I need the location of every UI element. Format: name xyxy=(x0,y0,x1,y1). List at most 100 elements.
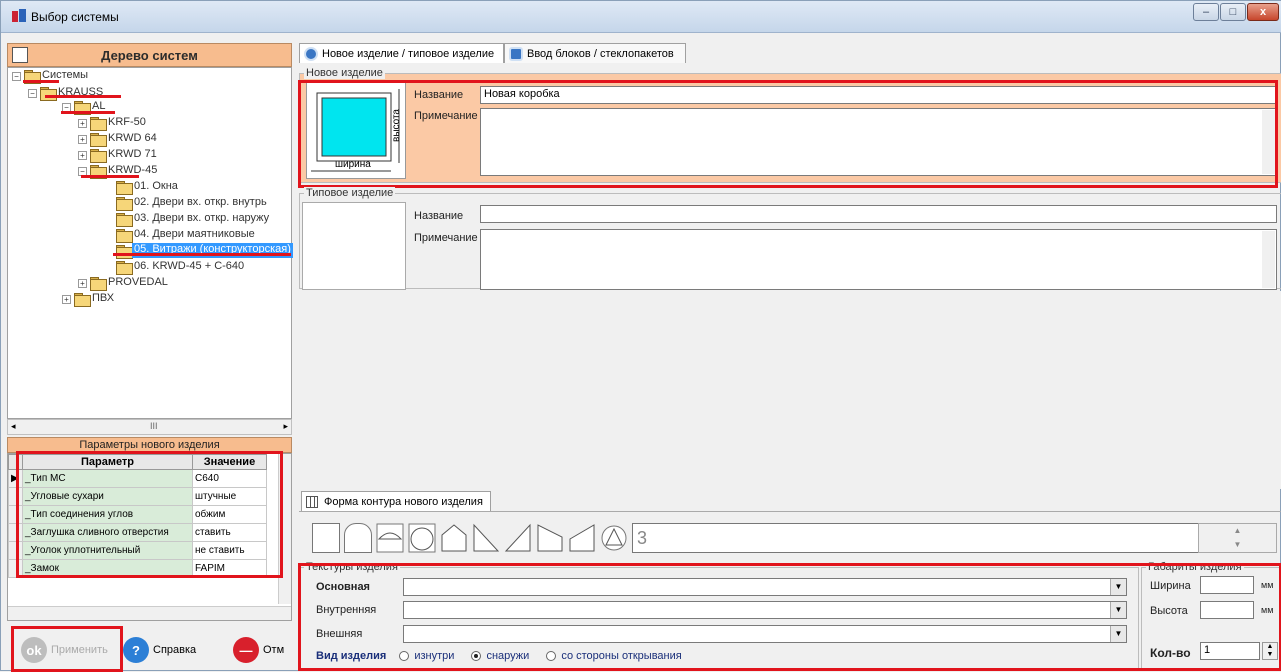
new-note-textarea[interactable] xyxy=(480,108,1277,176)
table-row[interactable]: _Замок FAPIM xyxy=(8,559,267,578)
qty-spinner[interactable]: ▲ ▼ xyxy=(1262,642,1278,660)
params-title: Параметры нового изделия xyxy=(7,437,292,453)
annotation-underline xyxy=(81,175,139,178)
dim-height-input[interactable] xyxy=(1200,601,1254,619)
texture-outer-select[interactable]: ▼ xyxy=(403,625,1127,643)
param-value[interactable]: штучные xyxy=(192,487,267,506)
tree-node-doors-pendulum[interactable]: 04. Двери маятниковые xyxy=(134,228,255,242)
shape-right-triangle-icon[interactable] xyxy=(472,523,500,553)
shape-rectangle-icon[interactable] xyxy=(312,523,340,553)
shape-spinner[interactable]: ▲ ▼ xyxy=(1198,523,1277,553)
tab-blocks-input[interactable]: Ввод блоков / стеклопакетов xyxy=(504,43,686,63)
typical-note-textarea[interactable] xyxy=(480,229,1277,290)
apply-button[interactable]: ok Применить xyxy=(21,635,108,665)
radio-icon[interactable] xyxy=(399,651,410,662)
tree-node-krwd64[interactable]: KRWD 64 xyxy=(108,132,157,146)
scroll-left-icon[interactable]: ◂ xyxy=(11,421,16,432)
system-tree[interactable]: − Системы − KRAUSS − AL + KRF-50 + KRWD … xyxy=(7,67,293,419)
radio-inside[interactable]: изнутри xyxy=(399,650,454,662)
texture-inner-select[interactable]: ▼ xyxy=(403,601,1127,619)
folder-icon xyxy=(90,149,107,163)
typical-name-input[interactable] xyxy=(480,205,1277,223)
tree-node-provedal[interactable]: PROVEDAL xyxy=(108,276,168,290)
shape-custom-triangle-icon[interactable] xyxy=(600,523,628,553)
new-note-label: Примечание xyxy=(414,110,478,122)
radio-icon[interactable] xyxy=(546,651,557,662)
expand-icon[interactable]: + xyxy=(78,135,87,144)
param-value[interactable]: обжим xyxy=(192,505,267,524)
folder-icon xyxy=(116,197,133,211)
shape-pentagon-icon[interactable] xyxy=(440,523,468,553)
table-row[interactable]: _Заглушка сливного отверстия ставить xyxy=(8,523,267,542)
typical-item-preview[interactable] xyxy=(302,202,406,290)
expand-icon[interactable]: + xyxy=(78,279,87,288)
tree-node-krwd45-c640[interactable]: 06. KRWD-45 + C-640 xyxy=(134,260,244,274)
params-horizontal-scrollbar[interactable] xyxy=(8,606,291,620)
scroll-right-icon[interactable]: ▸ xyxy=(283,421,288,432)
help-button[interactable]: ? Справка xyxy=(123,635,196,665)
col-param-header[interactable]: Параметр xyxy=(22,454,193,470)
minimize-button[interactable]: – xyxy=(1193,3,1219,21)
tree-node-krwd71[interactable]: KRWD 71 xyxy=(108,148,157,162)
param-value[interactable]: FAPIM xyxy=(192,559,267,578)
expand-icon[interactable]: + xyxy=(78,151,87,160)
view-label: Вид изделия xyxy=(316,650,387,662)
tree-horizontal-scrollbar[interactable]: ◂ III ▸ xyxy=(7,419,292,435)
close-button[interactable]: x xyxy=(1247,3,1279,21)
note-scrollbar[interactable] xyxy=(1262,231,1275,288)
shape-circle-icon[interactable] xyxy=(408,523,436,553)
param-name: _Угловые сухари xyxy=(22,487,193,506)
table-row[interactable]: _Угловые сухари штучные xyxy=(8,487,267,506)
cancel-button[interactable]: — Отм xyxy=(233,635,284,665)
tree-node-doors-out[interactable]: 03. Двери вх. откр. наружу xyxy=(134,212,269,226)
shape-arch-icon[interactable] xyxy=(344,523,372,553)
chevron-down-icon[interactable]: ▼ xyxy=(1110,579,1126,595)
expand-icon[interactable]: + xyxy=(78,119,87,128)
new-name-input[interactable]: Новая коробка xyxy=(480,86,1277,104)
radio-opening-side[interactable]: со стороны открывания xyxy=(546,650,682,662)
grid-corner xyxy=(8,454,23,470)
param-value[interactable]: ставить xyxy=(192,523,267,542)
table-row[interactable]: ▶ _Тип МС C640 xyxy=(8,469,267,488)
tree-node-pvh[interactable]: ПВХ xyxy=(92,292,114,306)
params-vertical-scrollbar[interactable] xyxy=(278,454,291,604)
shape-slope-icon[interactable] xyxy=(568,523,596,553)
collapse-icon[interactable]: − xyxy=(28,89,37,98)
collapse-icon[interactable]: − xyxy=(12,72,21,81)
dim-width-input[interactable] xyxy=(1200,576,1254,594)
typical-note-label: Примечание xyxy=(414,232,478,244)
chevron-down-icon[interactable]: ▼ xyxy=(1110,626,1126,642)
tab-contour-form[interactable]: Форма контура нового изделия xyxy=(301,491,491,511)
table-row[interactable]: _Уголок уплотнительный не ставить xyxy=(8,541,267,560)
radio-checked-icon[interactable] xyxy=(471,651,482,662)
tree-header: Дерево систем xyxy=(7,43,292,67)
height-dimension-label: высота xyxy=(391,109,402,142)
dim-height-label: Высота xyxy=(1150,605,1188,617)
params-grid[interactable]: Параметр Значение ▶ _Тип МС C640 _Угловы… xyxy=(7,453,292,621)
maximize-button[interactable]: □ xyxy=(1220,3,1246,21)
tree-node-doors-in[interactable]: 02. Двери вх. откр. внутрь xyxy=(134,196,267,210)
cancel-label: Отм xyxy=(263,644,285,656)
folder-icon xyxy=(116,261,133,275)
tree-node-okna[interactable]: 01. Окна xyxy=(134,180,178,194)
texture-main-select[interactable]: ▼ xyxy=(403,578,1127,596)
shape-count-field[interactable]: 3 xyxy=(632,523,1272,553)
expand-icon[interactable]: + xyxy=(62,295,71,304)
chevron-down-icon[interactable]: ▼ xyxy=(1110,602,1126,618)
annotation-underline xyxy=(113,253,291,256)
typical-item-group-label: Типовое изделие xyxy=(304,187,396,199)
col-value-header[interactable]: Значение xyxy=(192,454,267,470)
shape-triangle-icon[interactable] xyxy=(504,523,532,553)
shape-trapezoid-icon[interactable] xyxy=(536,523,564,553)
tree-node-krf50[interactable]: KRF-50 xyxy=(108,116,146,130)
qty-input[interactable]: 1 xyxy=(1200,642,1260,660)
new-item-preview[interactable]: ширина высота xyxy=(306,82,406,179)
note-scrollbar[interactable] xyxy=(1262,110,1275,174)
param-value[interactable]: C640 xyxy=(192,469,267,488)
radio-outside[interactable]: снаружи xyxy=(471,650,529,662)
param-value[interactable]: не ставить xyxy=(192,541,267,560)
scroll-thumb-grip[interactable]: III xyxy=(150,421,158,431)
tab-new-item[interactable]: Новое изделие / типовое изделие xyxy=(299,43,504,63)
shape-segment-icon[interactable] xyxy=(376,523,404,553)
table-row[interactable]: _Тип соединения углов обжим xyxy=(8,505,267,524)
